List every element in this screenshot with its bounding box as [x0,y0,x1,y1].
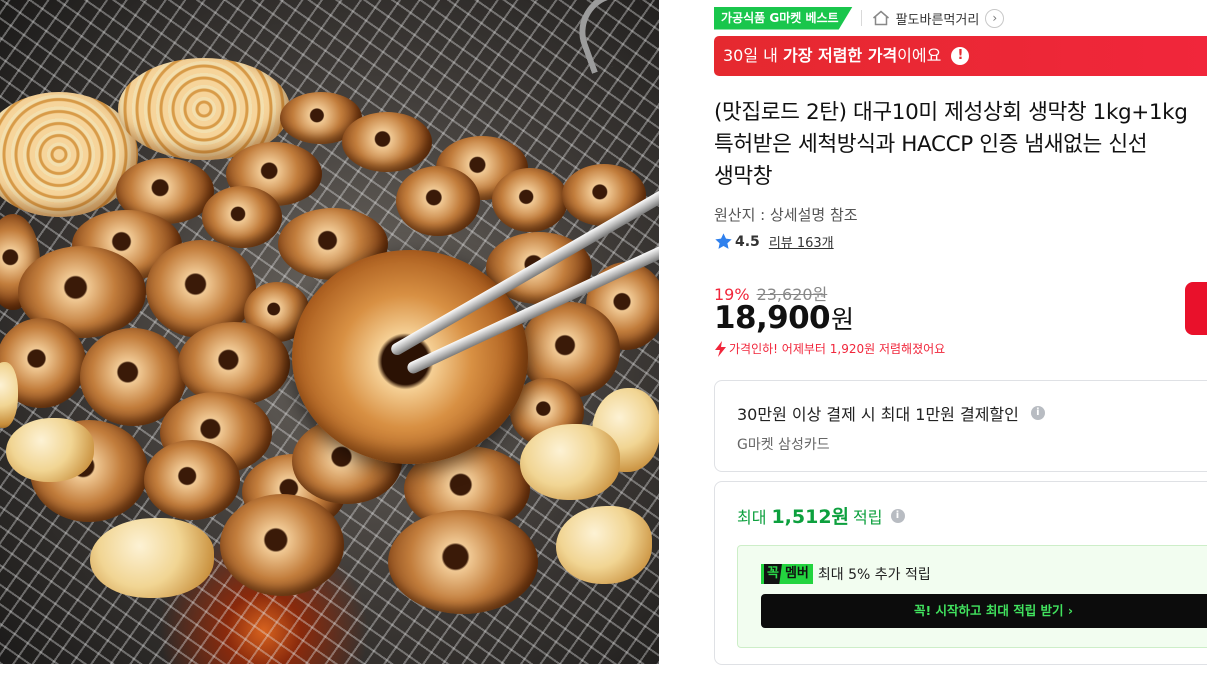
garlic-clove [520,424,620,500]
garlic-clove [556,506,652,584]
makchang-piece [388,510,538,614]
banner-highlight: 가장 저렴한 가격 [782,46,898,65]
chevron-right-icon: › [985,8,1005,28]
product-info-panel: 가공식품 G마켓 베스트 팔도바른먹거리 › 30일 내 가장 저렴한 가격이에… [714,0,1207,682]
price-drop-text: 가격인하! 어제부터 1,920원 저렴해졌어요 [729,342,946,356]
store-link[interactable]: 팔도바른먹거리 › [872,8,1005,28]
member-badge: 꼭 멤버 [761,564,813,584]
max-points: 최대 1,512원 적립 i [737,502,905,529]
star-icon [715,233,732,249]
card-discount-title: 30만원 이상 결제 시 최대 1만원 결제할인 i [737,401,1045,425]
points-prefix: 최대 [737,507,767,527]
lowest-price-banner: 30일 내 가장 저렴한 가격이에요 ! [714,36,1207,76]
divider [860,10,862,26]
member-benefit-text: 최대 5% 추가 적립 [817,567,931,583]
product-title: (맛집로드 2탄) 대구10미 제성상회 생막창 1kg+1kg 특허받은 세척… [714,97,1207,193]
title-line: 생막창 [714,164,773,189]
makchang-piece [492,168,568,232]
info-icon[interactable]: i [890,508,905,523]
sale-price-value: 18,900 [714,300,831,336]
product-image[interactable] [0,0,659,664]
points-amount: 1,512원 [771,506,850,528]
makchang-piece [202,186,282,248]
currency-unit: 원 [831,305,854,334]
home-icon [872,10,889,26]
join-member-button[interactable]: 꼭! 시작하고 최대 적립 받기 › [761,594,1207,628]
sale-price: 18,900원 [714,300,854,336]
makchang-piece [396,166,480,236]
makchang-piece [144,440,240,520]
info-icon[interactable]: ! [951,47,970,65]
review-count-link[interactable]: 리뷰 163개 [769,232,834,251]
member-benefit-box: 꼭 멤버 최대 5% 추가 적립 꼭! 시작하고 최대 적립 받기 › [737,545,1207,648]
garlic-clove [90,518,214,598]
member-benefit-line: 꼭 멤버 최대 5% 추가 적립 [761,564,931,584]
makchang-piece [220,494,344,596]
price-drop-note: 가격인하! 어제부터 1,920원 저렴해졌어요 [714,340,945,357]
banner-prefix: 30일 내 [723,46,783,65]
coupon-button[interactable] [1185,282,1207,335]
lightning-icon [715,340,726,357]
info-icon[interactable]: i [1030,406,1045,420]
points-suffix: 적립 [853,507,883,527]
garlic-clove [6,418,94,482]
makchang-piece [342,112,432,172]
member-badge-label: 멤버 [784,566,809,581]
makchang-held [292,250,528,464]
card-name: G마켓 삼성카드 [737,437,830,453]
origin-info: 원산지 : 상세설명 참조 [714,206,858,224]
points-box: 최대 1,512원 적립 i 꼭 멤버 최대 5% 추가 적립 꼭! 시작하고 최대 … [714,481,1207,665]
best-badge[interactable]: 가공식품 G마켓 베스트 [714,6,853,30]
badge-row: 가공식품 G마켓 베스트 팔도바른먹거리 › [714,6,1005,30]
title-line: 특허받은 세척방식과 HACCP 인증 냄새없는 신선 [714,132,1148,157]
rating-score: 4.5 [735,233,760,250]
banner-suffix: 이에요 [897,46,942,65]
rating: 4.5 리뷰 163개 [714,232,834,251]
card-discount-text: 30만원 이상 결제 시 최대 1만원 결제할인 [737,405,1019,424]
card-discount-box[interactable]: 30만원 이상 결제 시 최대 1만원 결제할인 i G마켓 삼성카드 [714,380,1207,472]
member-badge-tag: 꼭 [764,564,782,584]
title-line: (맛집로드 2탄) 대구10미 제성상회 생막창 1kg+1kg [714,100,1188,125]
store-name: 팔도바른먹거리 [895,12,980,28]
